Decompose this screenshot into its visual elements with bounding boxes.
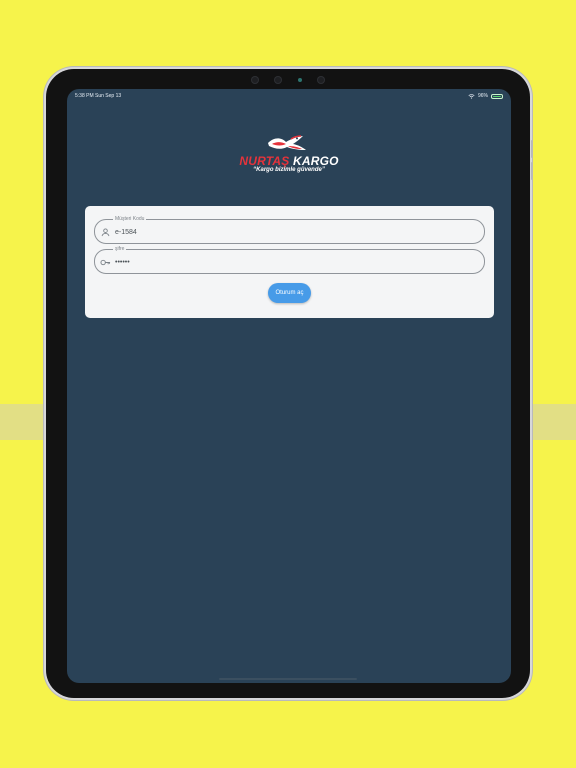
front-camera-bar: [251, 75, 325, 85]
company-logo: NURTAŞ KARGO “Kargo bizimle güvende”: [237, 132, 341, 184]
battery-level-fill: [493, 95, 502, 97]
password-field[interactable]: şifre: [94, 245, 485, 274]
ipad-device-frame: 5:38 PM Sun Sep 13 96% NURTAŞ KARGO “Kar…: [44, 67, 533, 700]
wifi-icon: [468, 93, 475, 99]
app-screen: 5:38 PM Sun Sep 13 96% NURTAŞ KARGO “Kar…: [67, 89, 511, 683]
status-time-date: 5:38 PM Sun Sep 13: [75, 93, 122, 99]
customer-code-input[interactable]: [115, 228, 475, 238]
brand-tagline-text: Kargo bizimle güvende: [256, 167, 322, 173]
password-input[interactable]: [115, 258, 475, 268]
brand-name: NURTAŞ KARGO: [237, 154, 341, 168]
status-indicators: 96%: [468, 89, 503, 103]
bird-logo-icon: [268, 135, 306, 150]
sensor-icon: [251, 76, 259, 84]
app-store-screenshot: 5:38 PM Sun Sep 13 96% NURTAŞ KARGO “Kar…: [0, 0, 576, 768]
volume-up-button: [531, 140, 533, 158]
home-indicator[interactable]: [219, 678, 357, 680]
key-icon: [100, 259, 111, 266]
brand-name-part-1: NURTAŞ: [239, 154, 290, 168]
camera-status-light-icon: [297, 78, 302, 82]
battery-percent: 96%: [477, 93, 488, 99]
brand-name-part-2: KARGO: [292, 154, 339, 168]
camera-icon: [274, 76, 283, 84]
customer-code-field[interactable]: Müşteri Kodu: [94, 215, 485, 244]
brand-tagline: “Kargo bizimle güvende”: [253, 167, 325, 173]
user-icon: [101, 228, 110, 237]
proximity-sensor-icon: [316, 76, 325, 84]
login-card: Müşteri Kodu şifre: [85, 206, 494, 318]
customer-code-label: Müşteri Kodu: [113, 215, 147, 223]
login-button[interactable]: Oturum aç: [268, 283, 311, 303]
ipad-bezel: 5:38 PM Sun Sep 13 96% NURTAŞ KARGO “Kar…: [46, 69, 530, 698]
volume-down-button: [531, 162, 533, 180]
status-bar: 5:38 PM Sun Sep 13 96%: [67, 89, 511, 103]
password-label: şifre: [113, 245, 127, 253]
battery-icon: [491, 93, 503, 99]
